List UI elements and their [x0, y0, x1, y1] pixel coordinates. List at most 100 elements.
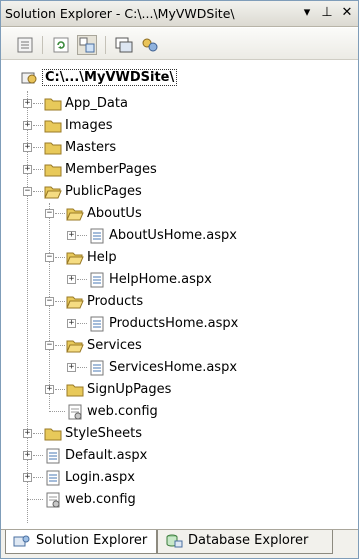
tree-item-app-data[interactable]: + App_Data	[1, 93, 358, 115]
tab-database-explorer[interactable]: Database Explorer	[157, 530, 333, 554]
expand-icon[interactable]: +	[23, 143, 32, 152]
tree-item-masters[interactable]: + Masters	[1, 137, 358, 159]
folder-open-icon	[66, 250, 84, 266]
tree-connector	[77, 235, 87, 236]
aspx-file-icon	[88, 228, 106, 244]
title-bar[interactable]: Solution Explorer - C:\...\MyVWDSite\ ▾ …	[1, 1, 358, 27]
database-explorer-icon	[165, 533, 183, 549]
expand-icon[interactable]: +	[23, 99, 32, 108]
tree-item-serviceshome-aspx[interactable]: + ServicesHome.aspx	[1, 357, 358, 379]
copy-website-icon[interactable]	[140, 35, 160, 55]
tree-connector	[27, 499, 43, 500]
config-file-icon	[44, 492, 62, 508]
tree-connector	[33, 103, 43, 104]
toolbar-separator	[42, 36, 43, 54]
tree-item-productshome-aspx[interactable]: + ProductsHome.aspx	[1, 313, 358, 335]
tree-item-aboutushome-aspx[interactable]: + AboutUsHome.aspx	[1, 225, 358, 247]
tree-item-images[interactable]: + Images	[1, 115, 358, 137]
expand-icon[interactable]: +	[67, 231, 76, 240]
tree-item-login-aspx[interactable]: + Login.aspx	[1, 467, 358, 489]
aspx-file-icon	[44, 470, 62, 486]
tree-connector	[33, 477, 43, 478]
tree-item-stylesheets[interactable]: + StyleSheets	[1, 423, 358, 445]
tree-connector	[55, 257, 65, 258]
tree-root[interactable]: C:\...\MyVWDSite\	[1, 67, 358, 89]
collapse-icon[interactable]: −	[23, 187, 32, 196]
tree-connector	[33, 191, 43, 192]
folder-open-icon	[66, 294, 84, 310]
tree-connector	[55, 389, 65, 390]
tree-item-services[interactable]: − Services	[1, 335, 358, 357]
collapse-icon[interactable]: −	[45, 297, 54, 306]
tab-label: Solution Explorer	[36, 533, 148, 548]
expand-icon[interactable]: +	[67, 275, 76, 284]
window-title: Solution Explorer - C:\...\MyVWDSite\	[5, 6, 235, 21]
aspx-file-icon	[88, 272, 106, 288]
expand-icon[interactable]: +	[67, 319, 76, 328]
tree-item-aboutus[interactable]: − AboutUs	[1, 203, 358, 225]
tree-item-label: AboutUsHome.aspx	[109, 228, 237, 243]
tree-connector	[33, 125, 43, 126]
expand-icon[interactable]: +	[45, 385, 54, 394]
folder-icon	[44, 426, 62, 442]
solution-explorer-window: Solution Explorer - C:\...\MyVWDSite\ ▾ …	[0, 0, 359, 559]
folder-open-icon	[66, 338, 84, 354]
solution-tree: C:\...\MyVWDSite\ + App_Data + Images + …	[1, 61, 358, 529]
tree-connector	[55, 345, 65, 346]
tree-item-web-config-root[interactable]: web.config	[1, 489, 358, 511]
expand-icon[interactable]: +	[23, 429, 32, 438]
tree-item-web-config-public[interactable]: web.config	[1, 401, 358, 423]
tree-item-label: Help	[87, 250, 117, 265]
tree-connector	[33, 169, 43, 170]
close-icon[interactable]: ✕	[339, 5, 355, 21]
aspx-file-icon	[44, 448, 62, 464]
tree-connector	[77, 323, 87, 324]
folder-icon	[44, 162, 62, 178]
tree-item-label: App_Data	[65, 96, 128, 111]
tree-item-label: AboutUs	[87, 206, 142, 221]
folder-open-icon	[44, 184, 62, 200]
tab-solution-explorer[interactable]: Solution Explorer	[5, 530, 157, 554]
folder-open-icon	[66, 206, 84, 222]
aspx-file-icon	[88, 316, 106, 332]
expand-icon[interactable]: +	[23, 473, 32, 482]
tree-connector	[55, 301, 65, 302]
toolbar-separator	[105, 36, 106, 54]
tree-item-label: Images	[65, 118, 113, 133]
tree-connector	[77, 279, 87, 280]
tree-item-helphome-aspx[interactable]: + HelpHome.aspx	[1, 269, 358, 291]
tree-item-products[interactable]: − Products	[1, 291, 358, 313]
window-position-dropdown-icon[interactable]: ▾	[299, 5, 315, 21]
tree-item-label: ProductsHome.aspx	[109, 316, 239, 331]
expand-icon[interactable]: +	[23, 121, 32, 130]
tree-item-publicpages[interactable]: − PublicPages	[1, 181, 358, 203]
tree-item-label: StyleSheets	[65, 426, 143, 441]
properties-icon[interactable]	[15, 35, 35, 55]
expand-icon[interactable]: +	[23, 451, 32, 460]
nest-related-files-icon[interactable]	[77, 35, 97, 55]
tree-item-signuppages[interactable]: + SignUpPages	[1, 379, 358, 401]
aspx-file-icon	[88, 360, 106, 376]
pin-icon[interactable]: ⊥	[319, 5, 335, 21]
tree-item-label: HelpHome.aspx	[109, 272, 212, 287]
tree-item-label: PublicPages	[65, 184, 142, 199]
tree-item-default-aspx[interactable]: + Default.aspx	[1, 445, 358, 467]
view-designer-icon[interactable]	[114, 35, 134, 55]
toolbar	[1, 28, 358, 60]
tree-item-help[interactable]: − Help	[1, 247, 358, 269]
folder-icon	[44, 96, 62, 112]
tree-connector	[49, 411, 65, 412]
tree-connector	[55, 213, 65, 214]
collapse-icon[interactable]: −	[45, 341, 54, 350]
tree-connector	[33, 433, 43, 434]
refresh-icon[interactable]	[51, 35, 71, 55]
config-file-icon	[66, 404, 84, 420]
tree-item-memberpages[interactable]: + MemberPages	[1, 159, 358, 181]
tree-item-label: Services	[87, 338, 142, 353]
expand-icon[interactable]: +	[23, 165, 32, 174]
collapse-icon[interactable]: −	[45, 209, 54, 218]
expand-icon[interactable]: +	[67, 363, 76, 372]
collapse-icon[interactable]: −	[45, 253, 54, 262]
tree-connector	[33, 147, 43, 148]
tree-root-label: C:\...\MyVWDSite\	[42, 69, 178, 86]
